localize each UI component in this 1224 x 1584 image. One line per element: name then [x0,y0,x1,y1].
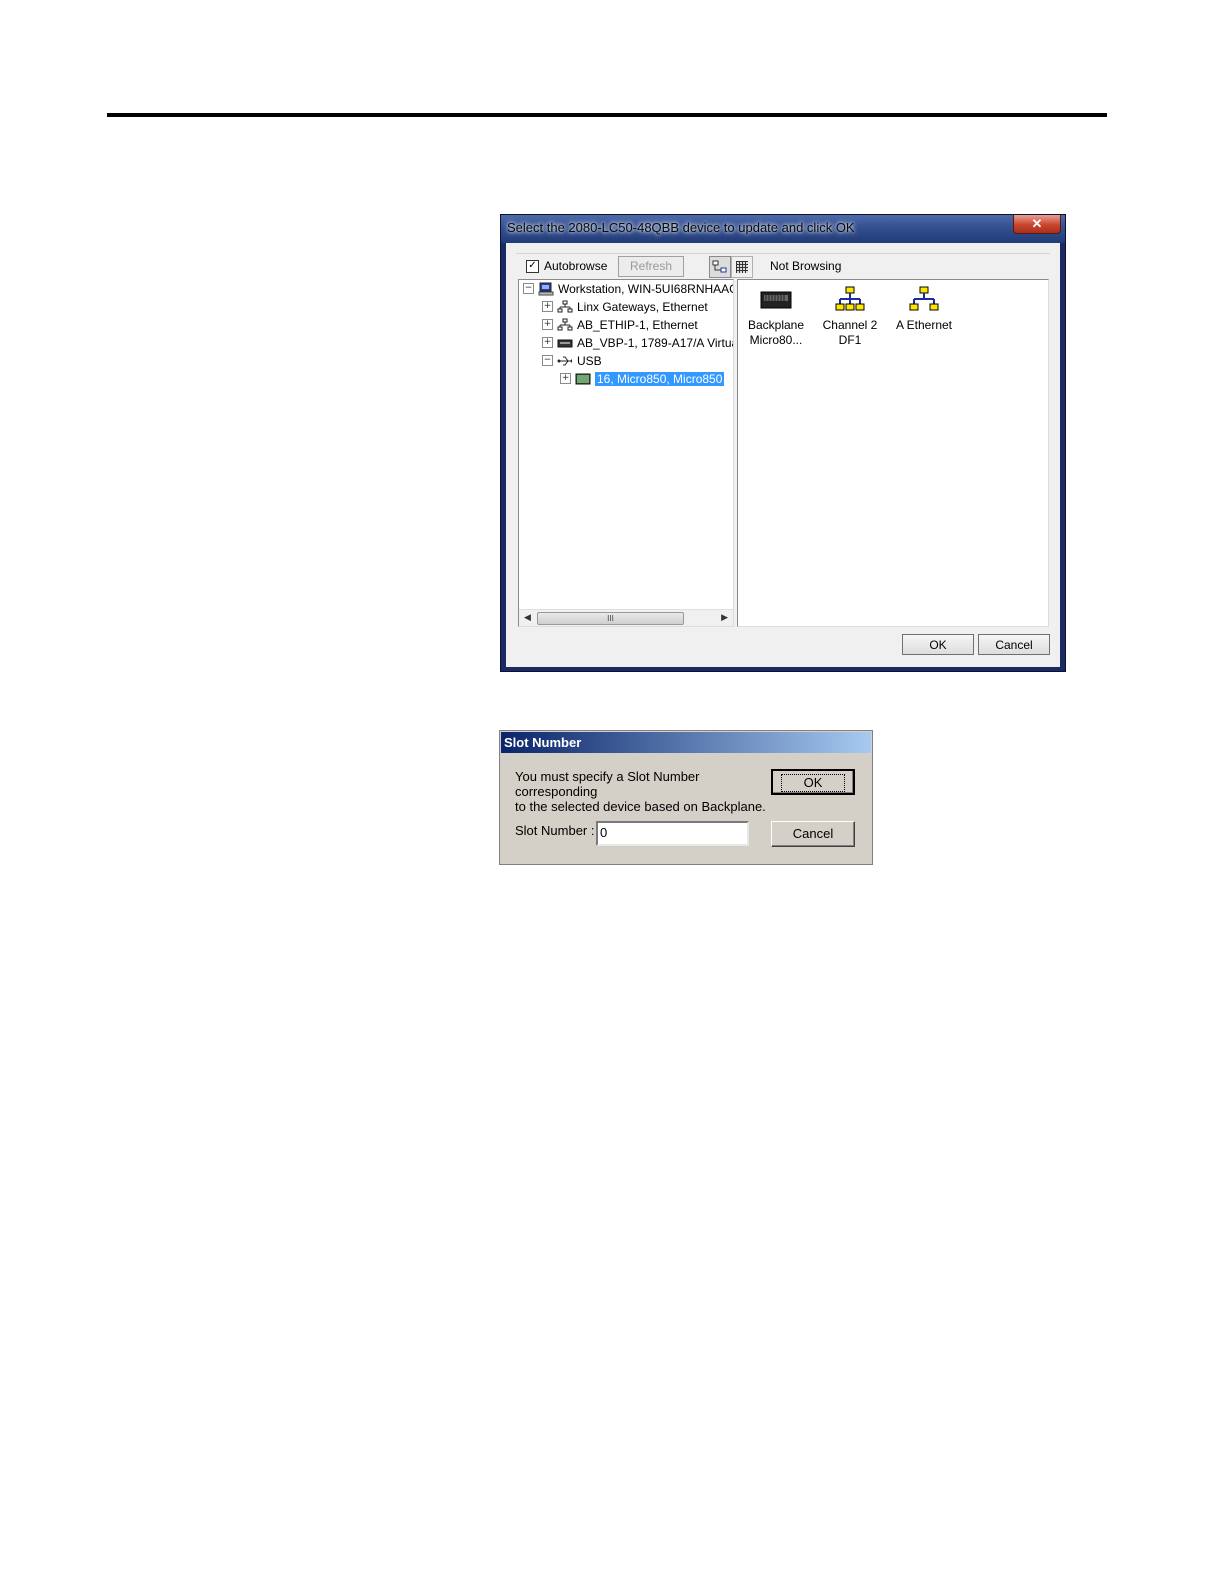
message-line: You must specify a Slot Number correspon… [515,769,700,799]
device-name: Backplane [747,318,805,332]
slot-number-dialog: Slot Number You must specify a Slot Numb… [499,730,873,865]
message-line: to the selected device based on Backplan… [515,799,766,814]
collapse-icon[interactable]: − [523,283,534,294]
tree-item-workstation[interactable]: − Workstation, WIN-5UI68RNHAAG [523,280,734,297]
scrollbar-thumb[interactable]: III [537,612,684,625]
ok-label: OK [780,774,846,792]
tree-item-label: Workstation, WIN-5UI68RNHAAG [558,281,734,296]
autobrowse-checkbox[interactable]: ✓ Autobrowse [526,259,607,273]
device-subname: DF1 [838,333,862,347]
collapse-icon[interactable]: − [542,355,553,366]
page-header-rule [107,113,1107,117]
backplane-icon [557,336,573,350]
tree-view-icon[interactable] [709,256,731,278]
browse-status: Not Browsing [770,259,842,273]
expand-icon[interactable]: + [560,373,571,384]
expand-icon[interactable]: + [542,301,553,312]
tree-item-usb[interactable]: − USB [542,352,602,369]
expand-icon[interactable]: + [542,319,553,330]
toolbar-divider [516,253,1050,254]
ok-button[interactable]: OK [771,769,855,795]
device-name: A Ethernet [895,318,953,332]
device-tree[interactable]: − Workstation, WIN-5UI68RNHAAG + Linx Ga… [518,279,734,627]
tree-item-label: AB_VBP-1, 1789-A17/A Virtual [577,335,734,350]
list-view-icon[interactable] [731,256,753,278]
network-icon [557,318,573,332]
ok-button[interactable]: OK [902,634,974,655]
dialog-title-bar[interactable]: Select the 2080-LC50-48QBB device to upd… [501,215,1065,243]
device-select-dialog: Select the 2080-LC50-48QBB device to upd… [500,214,1066,672]
slot-number-label: Slot Number : [515,823,595,838]
tree-item-label: AB_ETHIP-1, Ethernet [577,317,698,332]
cancel-button[interactable]: Cancel [978,634,1050,655]
device-a-ethernet[interactable]: A Ethernet [889,286,959,333]
tree-item-linx-gateways[interactable]: + Linx Gateways, Ethernet [542,298,708,315]
slot-number-input[interactable]: 0 [596,821,749,846]
dialog-title[interactable]: Slot Number [501,732,871,753]
horizontal-scrollbar[interactable]: ◀ III ▶ [519,609,733,626]
workstation-icon [538,282,554,296]
close-icon: ✕ [1031,216,1043,231]
cancel-button[interactable]: Cancel [771,821,855,847]
tree-item-micro850[interactable]: + 16, Micro850, Micro850 [560,370,725,387]
network-device-icon [833,286,867,314]
device-subname: Micro80... [749,333,803,347]
device-name: Channel 2 [822,318,878,332]
controller-icon [575,372,591,386]
tree-item-label: USB [577,353,602,368]
tree-item-ab-ethip[interactable]: + AB_ETHIP-1, Ethernet [542,316,698,333]
autobrowse-label: Autobrowse [544,259,608,273]
network-device-icon [907,286,941,314]
scroll-left-icon[interactable]: ◀ [524,612,531,623]
dialog-message: You must specify a Slot Number correspon… [515,769,775,814]
device-backplane[interactable]: Backplane Micro80... [741,286,811,348]
refresh-button[interactable]: Refresh [618,256,684,277]
dialog-body: ✓ Autobrowse Refresh Not Browsing − Work… [506,243,1060,667]
device-channel2[interactable]: Channel 2 DF1 [815,286,885,348]
tree-item-ab-vbp[interactable]: + AB_VBP-1, 1789-A17/A Virtual [542,334,734,351]
checkbox-checked-icon[interactable]: ✓ [526,259,539,273]
dialog-title: Select the 2080-LC50-48QBB device to upd… [507,220,855,235]
usb-icon [557,354,573,368]
tree-item-label: 16, Micro850, Micro850 [595,371,725,386]
expand-icon[interactable]: + [542,337,553,348]
network-icon [557,300,573,314]
scroll-right-icon[interactable]: ▶ [721,612,728,623]
close-button[interactable]: ✕ [1013,215,1061,234]
backplane-device-icon [759,286,793,314]
tree-item-label: Linx Gateways, Ethernet [577,299,708,314]
device-icon-pane: Backplane Micro80... Channel 2 DF1 A Eth… [737,279,1049,627]
